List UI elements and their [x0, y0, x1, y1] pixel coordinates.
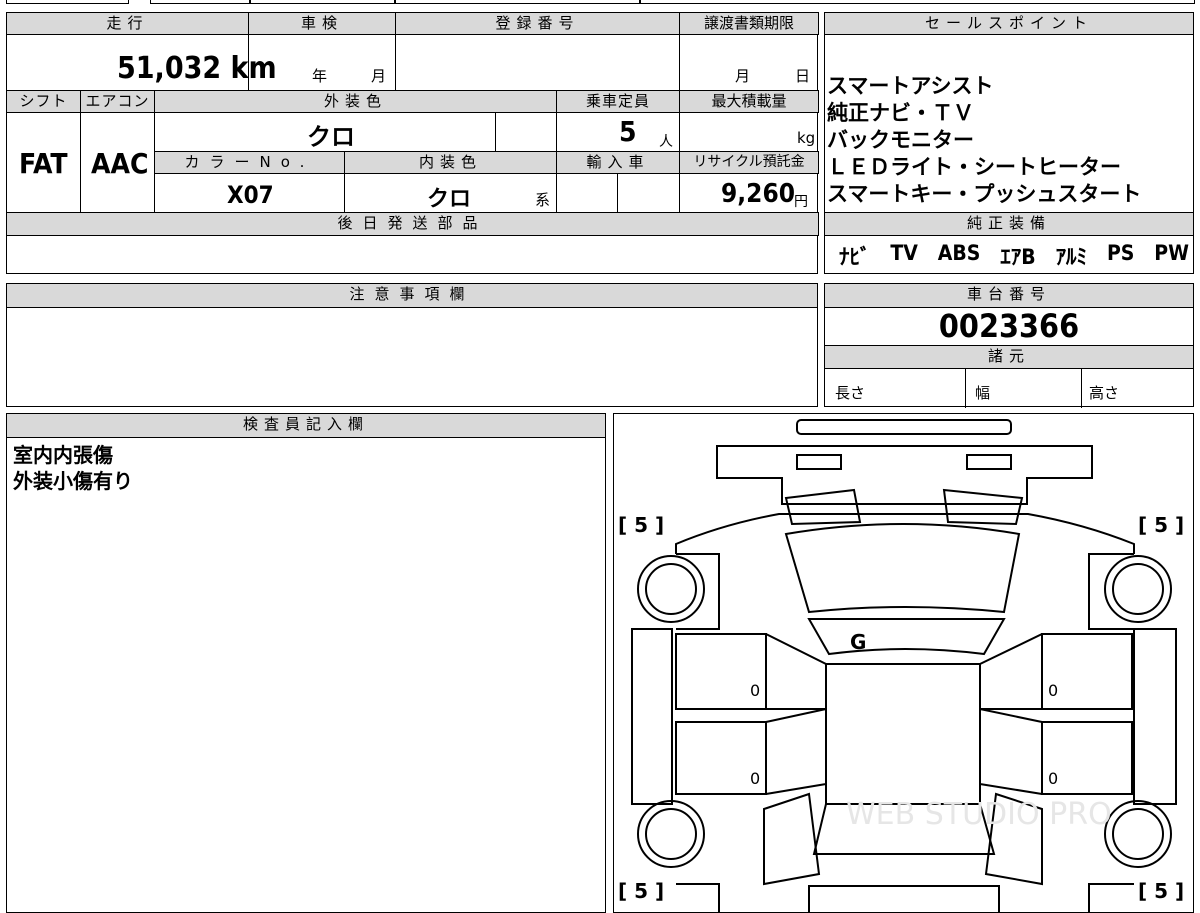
mileage-header: 走行	[6, 12, 249, 35]
tire-mark-front-left: [ 5 ]	[618, 513, 664, 537]
inspector-header: 検査員記入欄	[6, 413, 606, 438]
glass-damage-mark: G	[850, 630, 866, 654]
interior-color-suffix: 系	[535, 191, 551, 209]
equipment-airbag: ｴｱB	[1000, 245, 1036, 269]
sales-points-header: セールスポイント	[824, 12, 1194, 35]
inspector-notes: 室内内張傷 外装小傷有り	[13, 442, 133, 494]
equipment-ps: PS	[1106, 241, 1135, 265]
recycle-value: 9,260	[721, 179, 795, 209]
door-mark-rear-left: 0	[750, 769, 760, 788]
inspection-year-unit: 年	[312, 67, 328, 85]
mileage-number: 51,032	[117, 51, 222, 86]
deadline-month-unit: 月	[735, 67, 751, 85]
chassis-number: 0023366	[938, 307, 1080, 345]
specs-header: 諸元	[824, 345, 1194, 369]
import-header: 輸入車	[556, 151, 680, 174]
sales-point-line: スマートキー・プッシュスタート	[827, 182, 1142, 206]
door-mark-front-right: 0	[1048, 681, 1058, 700]
deadline-day-unit: 日	[795, 67, 811, 85]
interior-color-value: クロ	[427, 187, 472, 212]
chassis-header: 車台番号	[824, 283, 1194, 308]
mileage-unit: km	[230, 51, 277, 86]
equipment-abs: ABS	[937, 241, 981, 265]
interior-color-header: 内装色	[344, 151, 557, 174]
max-load-header: 最大積載量	[679, 90, 819, 113]
equipment-alloy: ｱﾙﾐ	[1055, 245, 1088, 269]
top-strip-cell-4	[395, 0, 640, 4]
equipment-tv: TV	[890, 241, 918, 265]
sales-points-box: セールスポイント スマートアシスト 純正ナビ・ＴＶ バックモニター ＬＥＤライト…	[824, 12, 1194, 274]
inspector-box: 検査員記入欄 室内内張傷 外装小傷有り	[6, 413, 606, 913]
car-outline-svg: [ 5 ] [ 5 ] [ 5 ] [ 5 ] G 0 0 0 0 WEB ST…	[618, 419, 1184, 912]
sales-point-line: 純正ナビ・ＴＶ	[827, 101, 974, 125]
top-strip-cell-5	[640, 0, 1195, 4]
sales-point-line: バックモニター	[827, 128, 974, 152]
door-mark-rear-right: 0	[1048, 769, 1058, 788]
sales-points-list: スマートアシスト 純正ナビ・ＴＶ バックモニター ＬＥＤライト・シートヒーター …	[827, 73, 1141, 208]
sales-point-line: ＬＥＤライト・シートヒーター	[827, 155, 1121, 179]
vehicle-info-table: 走行 車検 登録番号 譲渡書類期限 51,032 km 年 月 月 日 シフト …	[6, 12, 819, 274]
mileage-value: 51,032 km	[117, 51, 277, 86]
chassis-box: 車台番号 0023366 諸元 長さ 幅 高さ	[824, 283, 1194, 408]
top-strip-cell-3	[250, 0, 395, 4]
capacity-unit: 人	[659, 134, 673, 150]
height-label: 高さ	[1089, 384, 1120, 402]
watermark: WEB STUDIO PRO	[846, 797, 1112, 832]
notes-box: 注意事項欄	[6, 283, 818, 407]
tire-mark-rear-left: [ 5 ]	[618, 879, 664, 903]
color-no-header: カラーNo.	[154, 151, 345, 174]
capacity-value: 5	[619, 115, 637, 148]
recycle-header: リサイクル預託金	[679, 151, 819, 174]
transfer-deadline-header: 譲渡書類期限	[679, 12, 819, 35]
equipment-navi: ﾅﾋﾞ	[839, 245, 871, 269]
aircon-header: エアコン	[80, 90, 155, 113]
inspector-note-line: 外装小傷有り	[13, 469, 133, 493]
equipment-pw: PW	[1154, 241, 1189, 265]
length-label: 長さ	[835, 384, 866, 402]
color-no-value: X07	[227, 181, 274, 209]
top-strip-cell-2	[150, 0, 250, 4]
inspection-header: 車検	[248, 12, 396, 35]
tire-mark-rear-right: [ 5 ]	[1138, 879, 1184, 903]
sales-point-line: スマートアシスト	[827, 74, 994, 98]
car-damage-diagram: [ 5 ] [ 5 ] [ 5 ] [ 5 ] G 0 0 0 0 WEB ST…	[613, 413, 1194, 913]
notes-header: 注意事項欄	[6, 283, 818, 308]
registration-header: 登録番号	[395, 12, 680, 35]
width-label: 幅	[975, 384, 991, 402]
capacity-header: 乗車定員	[556, 90, 680, 113]
exterior-color-header: 外装色	[154, 90, 557, 113]
door-mark-front-left: 0	[750, 681, 760, 700]
shift-header: シフト	[6, 90, 81, 113]
exterior-color-value: クロ	[307, 123, 355, 151]
parts-header: 後日発送部品	[6, 212, 819, 236]
shift-value: FAT	[19, 147, 68, 180]
inspector-note-line: 室内内張傷	[13, 443, 113, 467]
top-strip-cell-1	[6, 0, 129, 4]
genuine-equipment-header: 純正装備	[824, 212, 1194, 236]
recycle-unit: 円	[794, 194, 808, 210]
max-load-unit: kg	[797, 129, 816, 147]
genuine-equipment-list: ﾅﾋﾞ TV ABS ｴｱB ｱﾙﾐ PS PW	[839, 241, 1189, 271]
inspection-month-unit: 月	[371, 67, 387, 85]
tire-mark-front-right: [ 5 ]	[1138, 513, 1184, 537]
aircon-value: AAC	[91, 147, 149, 180]
